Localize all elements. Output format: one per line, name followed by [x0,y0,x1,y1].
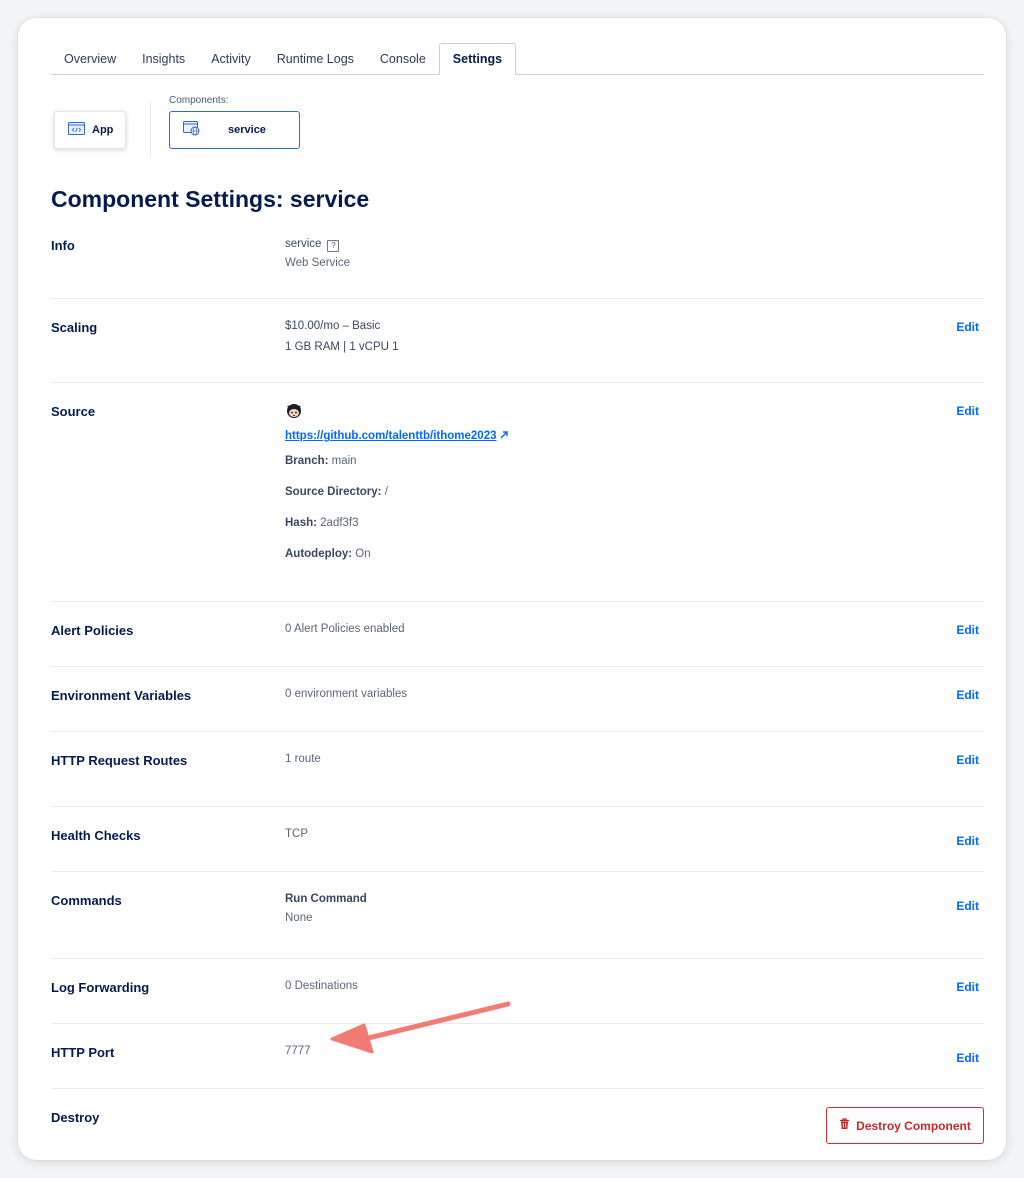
annotation-arrow [320,995,520,1070]
tab-bar: Overview Insights Activity Runtime Logs … [51,43,984,75]
info-type: Web Service [285,257,350,269]
info-label: Info [51,238,75,253]
app-code-icon [68,122,85,138]
tab-overview[interactable]: Overview [51,43,129,74]
tab-settings[interactable]: Settings [438,43,517,75]
health-checks-value: TCP [285,828,308,840]
destroy-component-button[interactable]: Destroy Component [826,1107,984,1144]
divider [51,731,984,732]
commands-label: Commands [51,893,122,908]
scaling-edit-button[interactable]: Edit [956,320,979,334]
tab-console[interactable]: Console [367,43,439,74]
scaling-label: Scaling [51,320,98,335]
log-forwarding-value: 0 Destinations [285,980,358,992]
autodeploy-key: Autodeploy: [285,548,353,560]
hash-value: 2adf3f3 [320,517,359,529]
page-title: Component Settings: service [51,186,370,212]
health-checks-label: Health Checks [51,828,141,843]
divider [51,382,984,383]
routes-value: 1 route [285,753,321,765]
env-vars-edit-button[interactable]: Edit [956,688,979,702]
source-branch: Branch: main [285,455,357,467]
repo-url[interactable]: https://github.com/talenttb/ithome2023 [285,430,496,442]
source-repo-link[interactable]: https://github.com/talenttb/ithome2023 [285,430,508,442]
http-port-edit-button[interactable]: Edit [956,1051,979,1065]
log-forwarding-edit-button[interactable]: Edit [956,980,979,994]
hash-key: Hash: [285,517,317,529]
source-edit-button[interactable]: Edit [956,404,979,418]
external-link-icon [500,430,508,442]
source-autodeploy: Autodeploy: On [285,548,371,560]
commands-run-title: Run Command [285,893,367,905]
tab-insights[interactable]: Insights [129,43,198,74]
directory-value: / [384,486,388,498]
divider [51,601,984,602]
routes-label: HTTP Request Routes [51,753,188,768]
branch-value: main [331,455,357,467]
divider [51,871,984,872]
trash-icon [839,1118,850,1133]
source-hash: Hash: 2adf3f3 [285,517,359,529]
alert-policies-value: 0 Alert Policies enabled [285,623,405,635]
divider [51,958,984,959]
destroy-label: Destroy [51,1110,100,1125]
branch-key: Branch: [285,455,329,467]
http-port-value: 7777 [285,1045,311,1057]
tab-activity[interactable]: Activity [198,43,264,74]
directory-key: Source Directory: [285,486,382,498]
divider [51,806,984,807]
service-component-button[interactable]: service [169,111,300,149]
alert-policies-label: Alert Policies [51,623,134,638]
tab-runtime-logs[interactable]: Runtime Logs [264,43,367,74]
source-directory: Source Directory: / [285,486,388,498]
components-label: Components: [169,95,229,106]
commands-value: None [285,912,313,924]
autodeploy-value: On [355,548,371,560]
github-icon [285,403,303,423]
source-label: Source [51,404,96,419]
alert-policies-edit-button[interactable]: Edit [956,623,979,637]
web-service-icon [183,121,201,139]
divider [51,298,984,299]
commands-edit-button[interactable]: Edit [956,899,979,913]
scaling-plan: $10.00/mo – Basic [285,320,381,332]
divider [51,1088,984,1089]
app-component-button[interactable]: App [54,111,126,149]
scaling-specs: 1 GB RAM | 1 vCPU 1 [285,341,399,353]
env-vars-value: 0 environment variables [285,688,408,700]
app-component-label: App [92,124,114,136]
destroy-component-label: Destroy Component [856,1118,971,1133]
service-name: service [285,238,322,250]
routes-edit-button[interactable]: Edit [956,753,979,767]
env-vars-label: Environment Variables [51,688,192,703]
log-forwarding-label: Log Forwarding [51,980,150,995]
component-divider [150,102,151,156]
divider [51,666,984,667]
info-name: service? [285,238,340,252]
service-component-label: service [228,124,266,136]
http-port-label: HTTP Port [51,1045,115,1060]
help-icon[interactable]: ? [327,240,340,252]
health-checks-edit-button[interactable]: Edit [956,834,979,848]
